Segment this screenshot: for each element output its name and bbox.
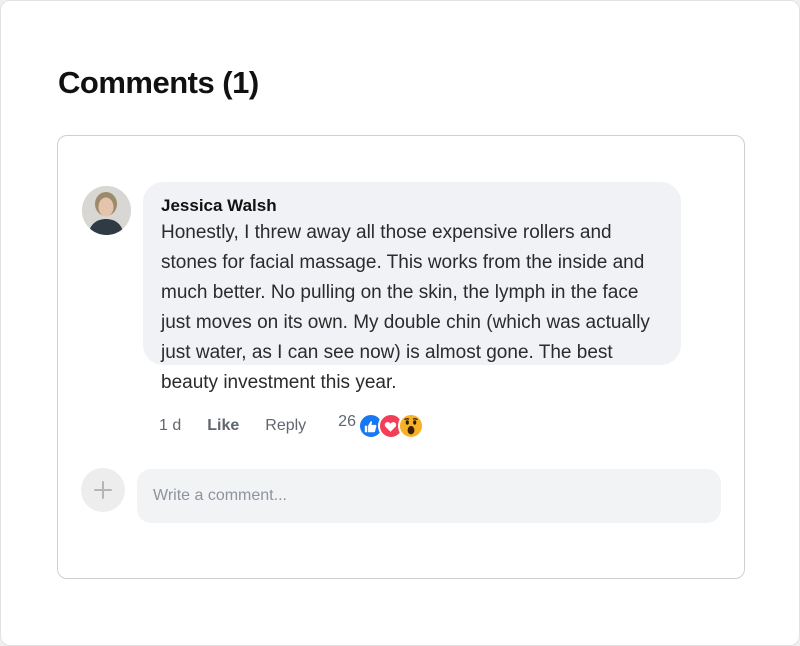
reaction-icons[interactable] [357, 413, 424, 439]
comments-page: Comments (1) Jessica Walsh Honestly, I t… [0, 0, 800, 646]
plus-icon [94, 481, 112, 499]
comment-text: Honestly, I threw away all those expensi… [161, 222, 650, 393]
comments-heading: Comments (1) [58, 65, 259, 100]
comment-author[interactable]: Jessica Walsh [161, 196, 661, 216]
wow-icon [397, 413, 424, 439]
reply-button[interactable]: Reply [265, 417, 306, 435]
avatar-photo [82, 186, 131, 235]
comments-panel: Jessica Walsh Honestly, I threw away all… [57, 135, 745, 579]
comment-actions: 1 d Like Reply 26 [159, 412, 424, 440]
comment-timestamp[interactable]: 1 d [159, 417, 181, 435]
avatar[interactable] [82, 186, 131, 235]
comment-bubble: Jessica Walsh Honestly, I threw away all… [143, 182, 681, 393]
like-button[interactable]: Like [207, 417, 239, 435]
comment-input[interactable] [137, 469, 721, 523]
reaction-count[interactable]: 26 [338, 413, 356, 431]
compose-avatar [81, 468, 125, 512]
